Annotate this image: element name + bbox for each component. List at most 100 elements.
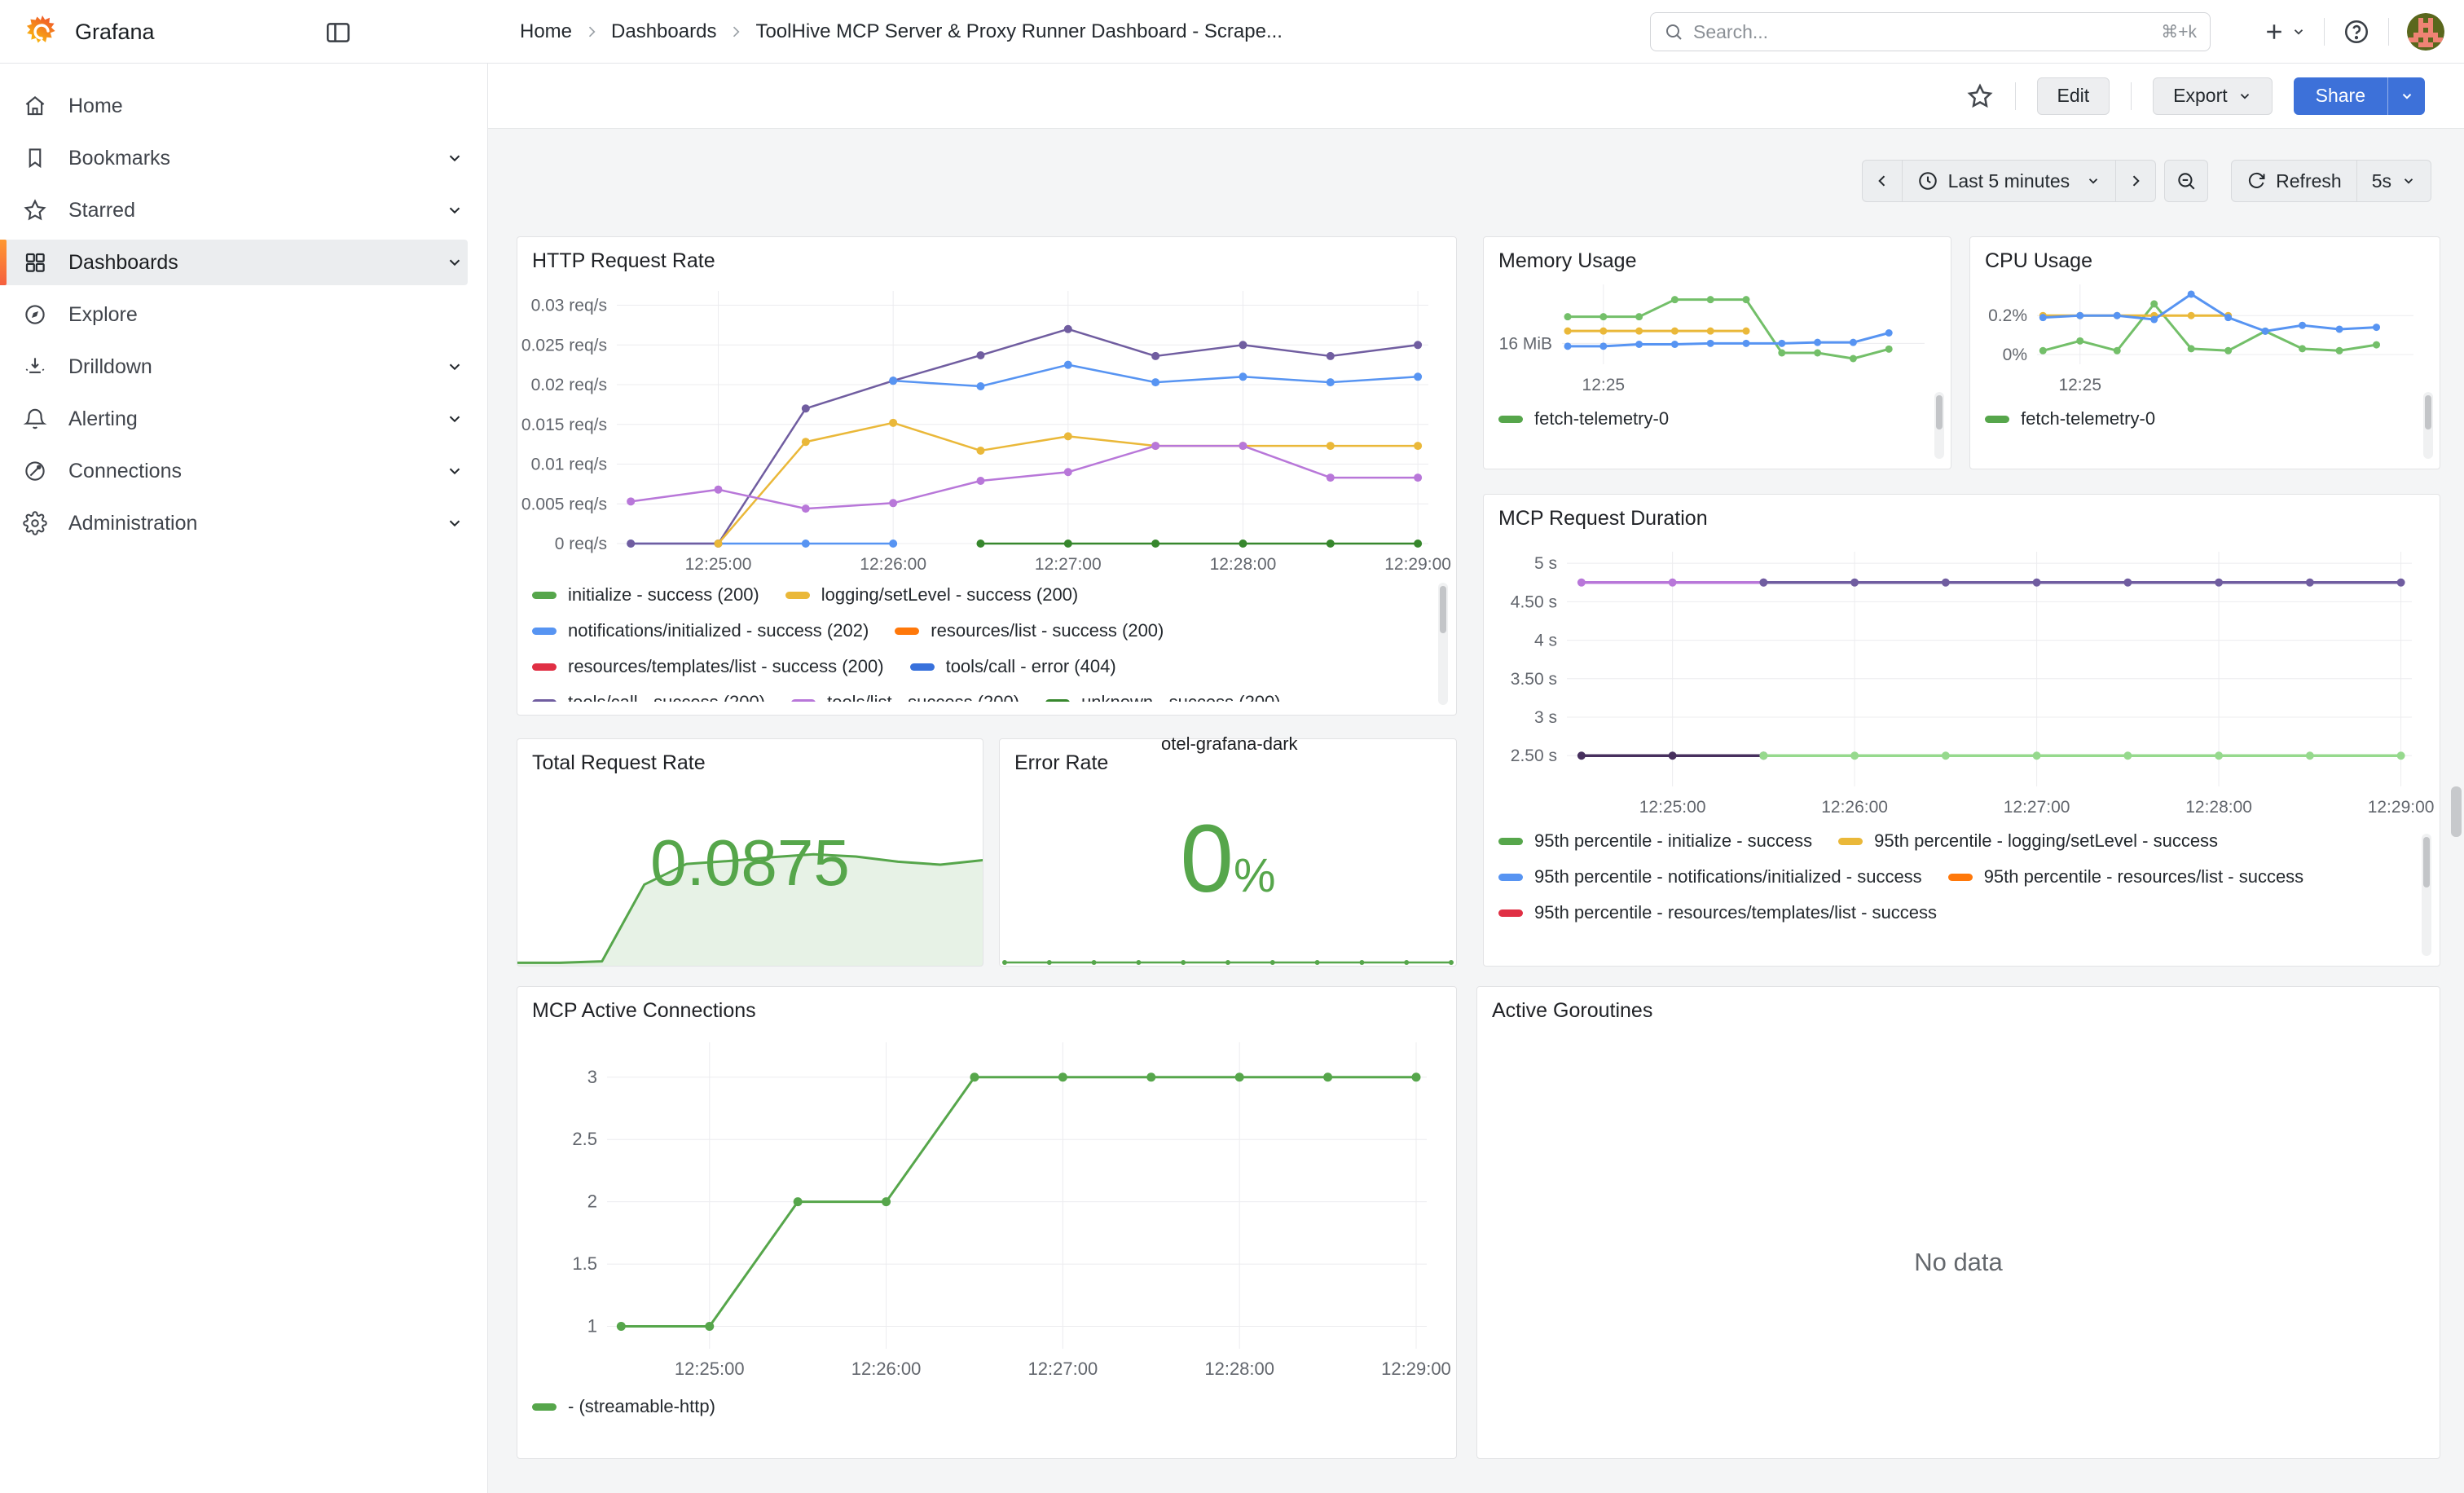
panel-active-goroutines: Active Goroutines No data [1476,986,2440,1459]
avatar[interactable] [2407,13,2444,51]
compass-icon [23,302,47,327]
time-range-picker[interactable]: Last 5 minutes [1902,160,2117,202]
svg-text:12:27:00: 12:27:00 [1035,555,1102,574]
sidebar-item-explore[interactable]: Explore [0,292,487,337]
legend-swatch-icon [1045,699,1070,702]
legend-item[interactable]: - (streamable-http) [532,1396,715,1417]
chevron-down-icon[interactable] [437,453,473,489]
sidebar-item-home[interactable]: Home [0,83,487,129]
memory-usage-chart[interactable]: 12:2516 MiB [1498,275,1936,394]
sidebar-item-starred[interactable]: Starred [0,187,487,233]
panel-http-request-rate: HTTP Request Rate 12:25:0012:26:0012:27:… [517,236,1457,716]
export-button[interactable]: Export [2153,77,2272,115]
sidebar-item-connections[interactable]: Connections [0,448,487,494]
legend-item[interactable]: 95th percentile - logging/setLevel - suc… [1838,830,2218,852]
divider [2015,82,2016,110]
share-menu-chevron-icon[interactable] [2387,77,2425,115]
window-scrollbar[interactable] [2451,786,2462,837]
edit-button[interactable]: Edit [2037,77,2110,115]
refresh-button[interactable]: Refresh [2231,160,2357,202]
breadcrumb-home[interactable]: Home [520,20,572,43]
legend-item[interactable]: 95th percentile - notifications/initiali… [1498,866,1922,887]
svg-text:0.005 req/s: 0.005 req/s [521,495,607,513]
sidebar-item-drilldown[interactable]: Drilldown [0,344,487,390]
panel-title[interactable]: Memory Usage [1498,247,1637,275]
http-legend: initialize - success (200) logging/setLev… [532,584,1347,702]
legend-swatch-icon [532,699,557,702]
grafana-logo-icon[interactable] [24,14,60,50]
cpu-usage-chart[interactable]: 12:250.2%0% [1985,275,2425,394]
legend-scrollbar[interactable] [1438,583,1448,705]
legend-item[interactable]: resources/list - success (200) [895,620,1164,641]
legend-item[interactable]: logging/setLevel - success (200) [785,584,1079,606]
panel-title[interactable]: HTTP Request Rate [532,247,715,275]
zoom-out-icon[interactable] [2164,160,2208,202]
chevron-down-icon[interactable] [437,244,473,280]
chevron-down-icon[interactable] [437,401,473,437]
svg-text:0.01 req/s: 0.01 req/s [531,456,607,474]
refresh-interval-select[interactable]: 5s [2356,160,2431,202]
legend-item[interactable]: notifications/initialized - success (202… [532,620,869,641]
chevron-down-icon[interactable] [437,349,473,385]
chevron-down-icon[interactable] [437,505,473,541]
time-controls: Last 5 minutes Refresh 5s [1862,160,2431,202]
legend-item[interactable]: 95th percentile - resources/list - succe… [1948,866,2304,887]
sidebar-item-dashboards[interactable]: Dashboards [0,240,487,285]
legend-item[interactable]: tools/list - success (200) [791,692,1019,702]
panel-mcp-active-connections: MCP Active Connections 12:25:0012:26:001… [517,986,1457,1459]
panel-title[interactable]: CPU Usage [1985,247,2092,275]
panel-title[interactable]: Total Request Rate [532,749,706,777]
panel-title[interactable]: MCP Request Duration [1498,504,1708,532]
brand: Grafana [24,14,155,50]
legend-scrollbar[interactable] [2422,834,2431,956]
time-forward-button[interactable] [2115,160,2156,202]
legend-swatch-icon [1948,874,1973,881]
legend-item[interactable]: fetch-telemetry-0 [1498,408,1669,429]
legend-item[interactable]: resources/templates/list - success (200) [532,656,884,677]
legend-item[interactable]: tools/call - success (200) [532,692,765,702]
help-icon[interactable] [2343,18,2370,46]
mcp-request-duration-chart[interactable]: 12:25:0012:26:0012:27:0012:28:0012:29:00… [1498,539,2425,824]
brand-name[interactable]: Grafana [75,20,155,45]
divider [2324,18,2325,46]
http-request-rate-chart[interactable]: 12:25:0012:26:0012:27:0012:28:0012:29:00… [532,280,1441,579]
star-dashboard-button[interactable] [1966,82,1994,110]
bookmark-icon [23,146,47,170]
svg-text:3 s: 3 s [1534,708,1557,727]
legend-scrollbar[interactable] [2423,392,2433,459]
sidebar-item-alerting[interactable]: Alerting [0,396,487,442]
legend-swatch-icon [791,699,816,702]
add-new-button[interactable] [2262,20,2306,44]
svg-text:4 s: 4 s [1534,632,1557,650]
panel-title[interactable]: Error Rate [1014,749,1108,777]
legend-label: tools/call - success (200) [568,692,765,702]
sidebar-toggle-icon[interactable] [323,17,354,48]
panel-title[interactable]: Active Goroutines [1492,997,1652,1024]
legend-scrollbar[interactable] [1934,392,1944,459]
legend-item[interactable]: unknown - success (200) [1045,692,1281,702]
mcp-active-connections-chart[interactable]: 12:25:0012:26:0012:27:0012:28:0012:29:00… [532,1028,1441,1388]
gear-icon [23,511,47,535]
panel-memory-usage: Memory Usage 12:2516 MiB fetch-telemetry… [1483,236,1951,469]
breadcrumb-dashboards[interactable]: Dashboards [611,20,716,43]
legend-item[interactable]: 95th percentile - initialize - success [1498,830,1812,852]
chevron-down-icon[interactable] [437,192,473,228]
svg-text:12:29:00: 12:29:00 [2368,798,2435,817]
time-back-button[interactable] [1862,160,1903,202]
legend-item[interactable]: tools/call - error (404) [910,656,1116,677]
search-input[interactable]: Search... ⌘+k [1650,12,2211,51]
sidebar-item-bookmarks[interactable]: Bookmarks [0,135,487,181]
legend-item[interactable]: 95th percentile - resources/templates/li… [1498,902,1937,923]
legend-item[interactable]: initialize - success (200) [532,584,759,606]
share-button[interactable]: Share [2294,77,2387,115]
sidebar-item-administration[interactable]: Administration [0,500,487,546]
svg-text:2.50 s: 2.50 s [1511,746,1557,765]
svg-text:0.015 req/s: 0.015 req/s [521,416,607,434]
legend-item[interactable]: fetch-telemetry-0 [1985,408,2155,429]
chevron-down-icon[interactable] [437,140,473,176]
legend-label: tools/list - success (200) [827,692,1019,702]
legend-label: fetch-telemetry-0 [2021,408,2155,429]
legend-label: 95th percentile - resources/list - succe… [1984,866,2304,887]
panel-title[interactable]: MCP Active Connections [532,997,756,1024]
error-rate-sparkline[interactable] [1000,948,1456,966]
